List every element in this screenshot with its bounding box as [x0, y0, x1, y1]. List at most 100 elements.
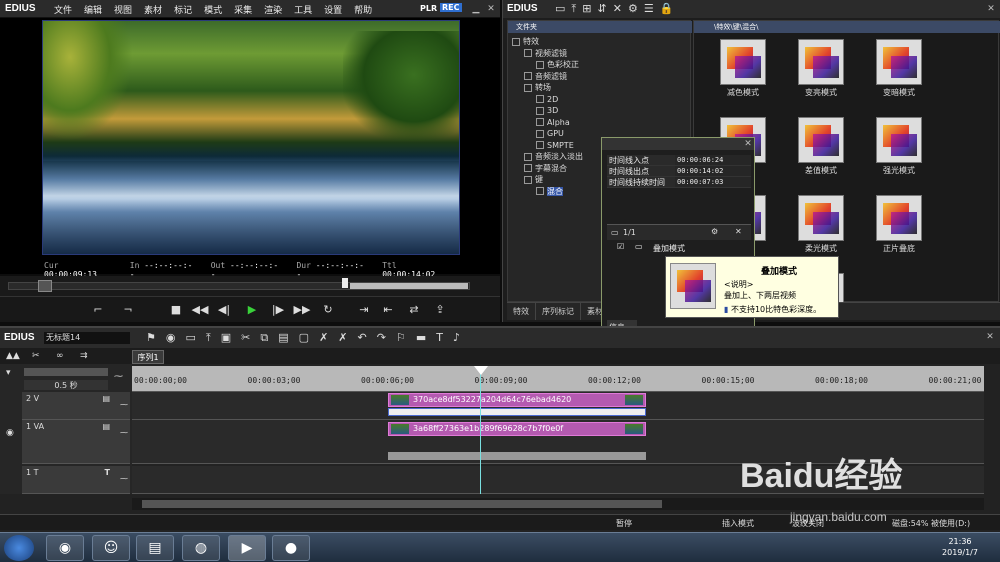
undo-icon[interactable]: ↶ [358, 331, 367, 345]
playhead[interactable] [480, 366, 481, 494]
export-icon[interactable]: ⇪ [430, 301, 450, 319]
expand-icon[interactable]: ▾ [6, 368, 11, 378]
tree-item[interactable]: 色彩校正 [512, 59, 688, 71]
remove-effect-icon[interactable]: ✕ [735, 227, 742, 236]
status-insert-mode[interactable]: 插入模式 [722, 518, 754, 529]
tree-item[interactable]: 转场 [512, 82, 688, 94]
track-wave-icon[interactable]: ⁓ [120, 474, 128, 483]
audio-icon[interactable]: ♪ [453, 331, 460, 345]
track-view-icon[interactable]: ▲▲ [6, 351, 20, 361]
applied-effect-item[interactable]: ☑ ▭ 叠加模式 [607, 242, 751, 254]
render-icon[interactable]: ▬ [416, 331, 426, 345]
menu-item[interactable]: 设置 [324, 3, 342, 16]
zoom-slider[interactable] [24, 368, 108, 376]
mode-icon[interactable]: ⚑ [146, 331, 156, 345]
save-icon[interactable]: ▣ [221, 331, 231, 345]
menu-item[interactable]: 编辑 [84, 3, 102, 16]
bin-tab[interactable]: 序列标记 [536, 303, 581, 320]
title-icon[interactable]: T [436, 331, 443, 345]
zoom-wave-icon[interactable]: ⁓ [114, 372, 123, 382]
delete-clip-icon[interactable]: ✗ [319, 331, 328, 345]
ripple-delete-icon[interactable]: ✗ [338, 331, 347, 345]
tree-item[interactable]: Alpha [512, 117, 688, 129]
tree-item[interactable]: 2D [512, 94, 688, 106]
track-lock-icon[interactable]: ▤ [102, 422, 110, 431]
set-in-icon[interactable]: ⌐ [88, 301, 108, 319]
plr-indicator[interactable]: PLR [420, 4, 437, 13]
clip-2v-mix-bar[interactable] [388, 408, 646, 416]
settings-icon[interactable]: ⚙ [628, 2, 638, 16]
play-icon[interactable]: ▶ [242, 301, 262, 319]
clip-2v[interactable]: 370ace8df53227a204d64c76ebad4620 [388, 393, 646, 407]
loop-icon[interactable]: ↻ [318, 301, 338, 319]
menu-item[interactable]: 标记 [174, 3, 192, 16]
playhead-handle[interactable] [474, 366, 488, 375]
up-folder-icon[interactable]: ⤒ [571, 2, 576, 16]
effect-thumbnail[interactable] [876, 39, 922, 85]
cut-icon[interactable]: ✂ [241, 331, 250, 345]
track-eye-icon[interactable]: ◉ [6, 428, 14, 438]
file-explorer-icon[interactable]: ▤ [136, 535, 174, 561]
view-icon[interactable]: ☰ [644, 2, 654, 16]
system-clock[interactable]: 21:36 2019/1/7 [930, 536, 990, 558]
edius-taskbar-icon[interactable]: ▶ [228, 535, 266, 561]
lock-icon[interactable]: 🔒 [660, 2, 674, 16]
open-icon[interactable]: ⤒ [206, 331, 211, 345]
zoom-level[interactable]: 0.5 秒 [24, 380, 108, 390]
track-wave-icon[interactable]: ⁓ [120, 400, 128, 409]
menu-item[interactable]: 采集 [234, 3, 252, 16]
shuttle-knob[interactable] [38, 280, 52, 292]
step-forward-icon[interactable]: |▶ [268, 301, 288, 319]
copy-icon[interactable]: ⧉ [260, 331, 268, 345]
group-icon[interactable]: ▢ [299, 331, 309, 345]
track-1va-header[interactable]: 1 VA ▤ ⁓ [22, 420, 130, 464]
effect-thumbnail[interactable] [798, 39, 844, 85]
effect-thumbnail[interactable] [798, 117, 844, 163]
record-icon[interactable]: ● [272, 535, 310, 561]
snap-icon[interactable]: ✂ [32, 351, 40, 361]
menu-item[interactable]: 文件 [54, 3, 72, 16]
timeline-ruler[interactable]: 00:00:00;00 00:00:03;00 00:00:06;00 00:00:0… [132, 366, 984, 392]
tree-item[interactable]: 视频滤镜 [512, 48, 688, 60]
overwrite-edit-icon[interactable]: ⇤ [378, 301, 398, 319]
new-folder-icon[interactable]: ⊞ [582, 2, 591, 16]
scrub-marker[interactable] [342, 278, 348, 288]
timeline-close-icon[interactable]: ✕ [984, 331, 996, 343]
menu-item[interactable]: 工具 [294, 3, 312, 16]
sync-icon[interactable]: ⇉ [80, 351, 88, 361]
replace-icon[interactable]: ⇄ [404, 301, 424, 319]
delete-icon[interactable]: ✕ [613, 2, 622, 16]
camera-icon[interactable]: ◉ [166, 331, 176, 345]
clip-1va-audio[interactable] [388, 452, 646, 460]
track-1t-header[interactable]: 1 T T ⁓ [22, 466, 130, 494]
firefox-icon[interactable]: ◍ [182, 535, 220, 561]
track-2v-header[interactable]: 2 V ▤ ⁓ [22, 392, 130, 420]
set-out-icon[interactable]: ¬ [118, 301, 138, 319]
rewind-icon[interactable]: ◀◀ [190, 301, 210, 319]
bin-tab[interactable]: 特效 [507, 303, 536, 320]
effect-thumbnail[interactable] [876, 195, 922, 241]
move-icon[interactable]: ⇵ [598, 2, 607, 16]
checkbox-icon[interactable]: ☑ [617, 242, 624, 251]
menu-item[interactable]: 素材 [144, 3, 162, 16]
rec-indicator[interactable]: REC [440, 3, 462, 12]
sequence-tab[interactable]: 序列1 [132, 350, 164, 364]
tree-item[interactable]: 特效 [512, 36, 688, 48]
scrollbar-thumb[interactable] [142, 500, 662, 508]
tree-item[interactable]: 3D [512, 105, 688, 117]
marker-icon[interactable]: ⚐ [396, 331, 406, 345]
close-icon[interactable]: ✕ [485, 3, 497, 15]
menu-item[interactable]: 渲染 [264, 3, 282, 16]
minimize-icon[interactable]: ▁ [470, 3, 482, 15]
menu-item[interactable]: 视图 [114, 3, 132, 16]
tree-item[interactable]: 音频滤镜 [512, 71, 688, 83]
step-back-icon[interactable]: ◀| [214, 301, 234, 319]
clip-1va[interactable]: 3a68ff27363e1b289f69628c7b7f0e0f [388, 422, 646, 436]
track-lock-icon[interactable]: ▤ [102, 394, 110, 403]
info-close-icon[interactable]: ✕ [742, 138, 754, 150]
qq-icon[interactable]: ☺ [92, 535, 130, 561]
insert-edit-icon[interactable]: ⇥ [354, 301, 374, 319]
effect-thumbnail[interactable] [798, 195, 844, 241]
effect-thumbnail[interactable] [876, 117, 922, 163]
menu-item[interactable]: 模式 [204, 3, 222, 16]
